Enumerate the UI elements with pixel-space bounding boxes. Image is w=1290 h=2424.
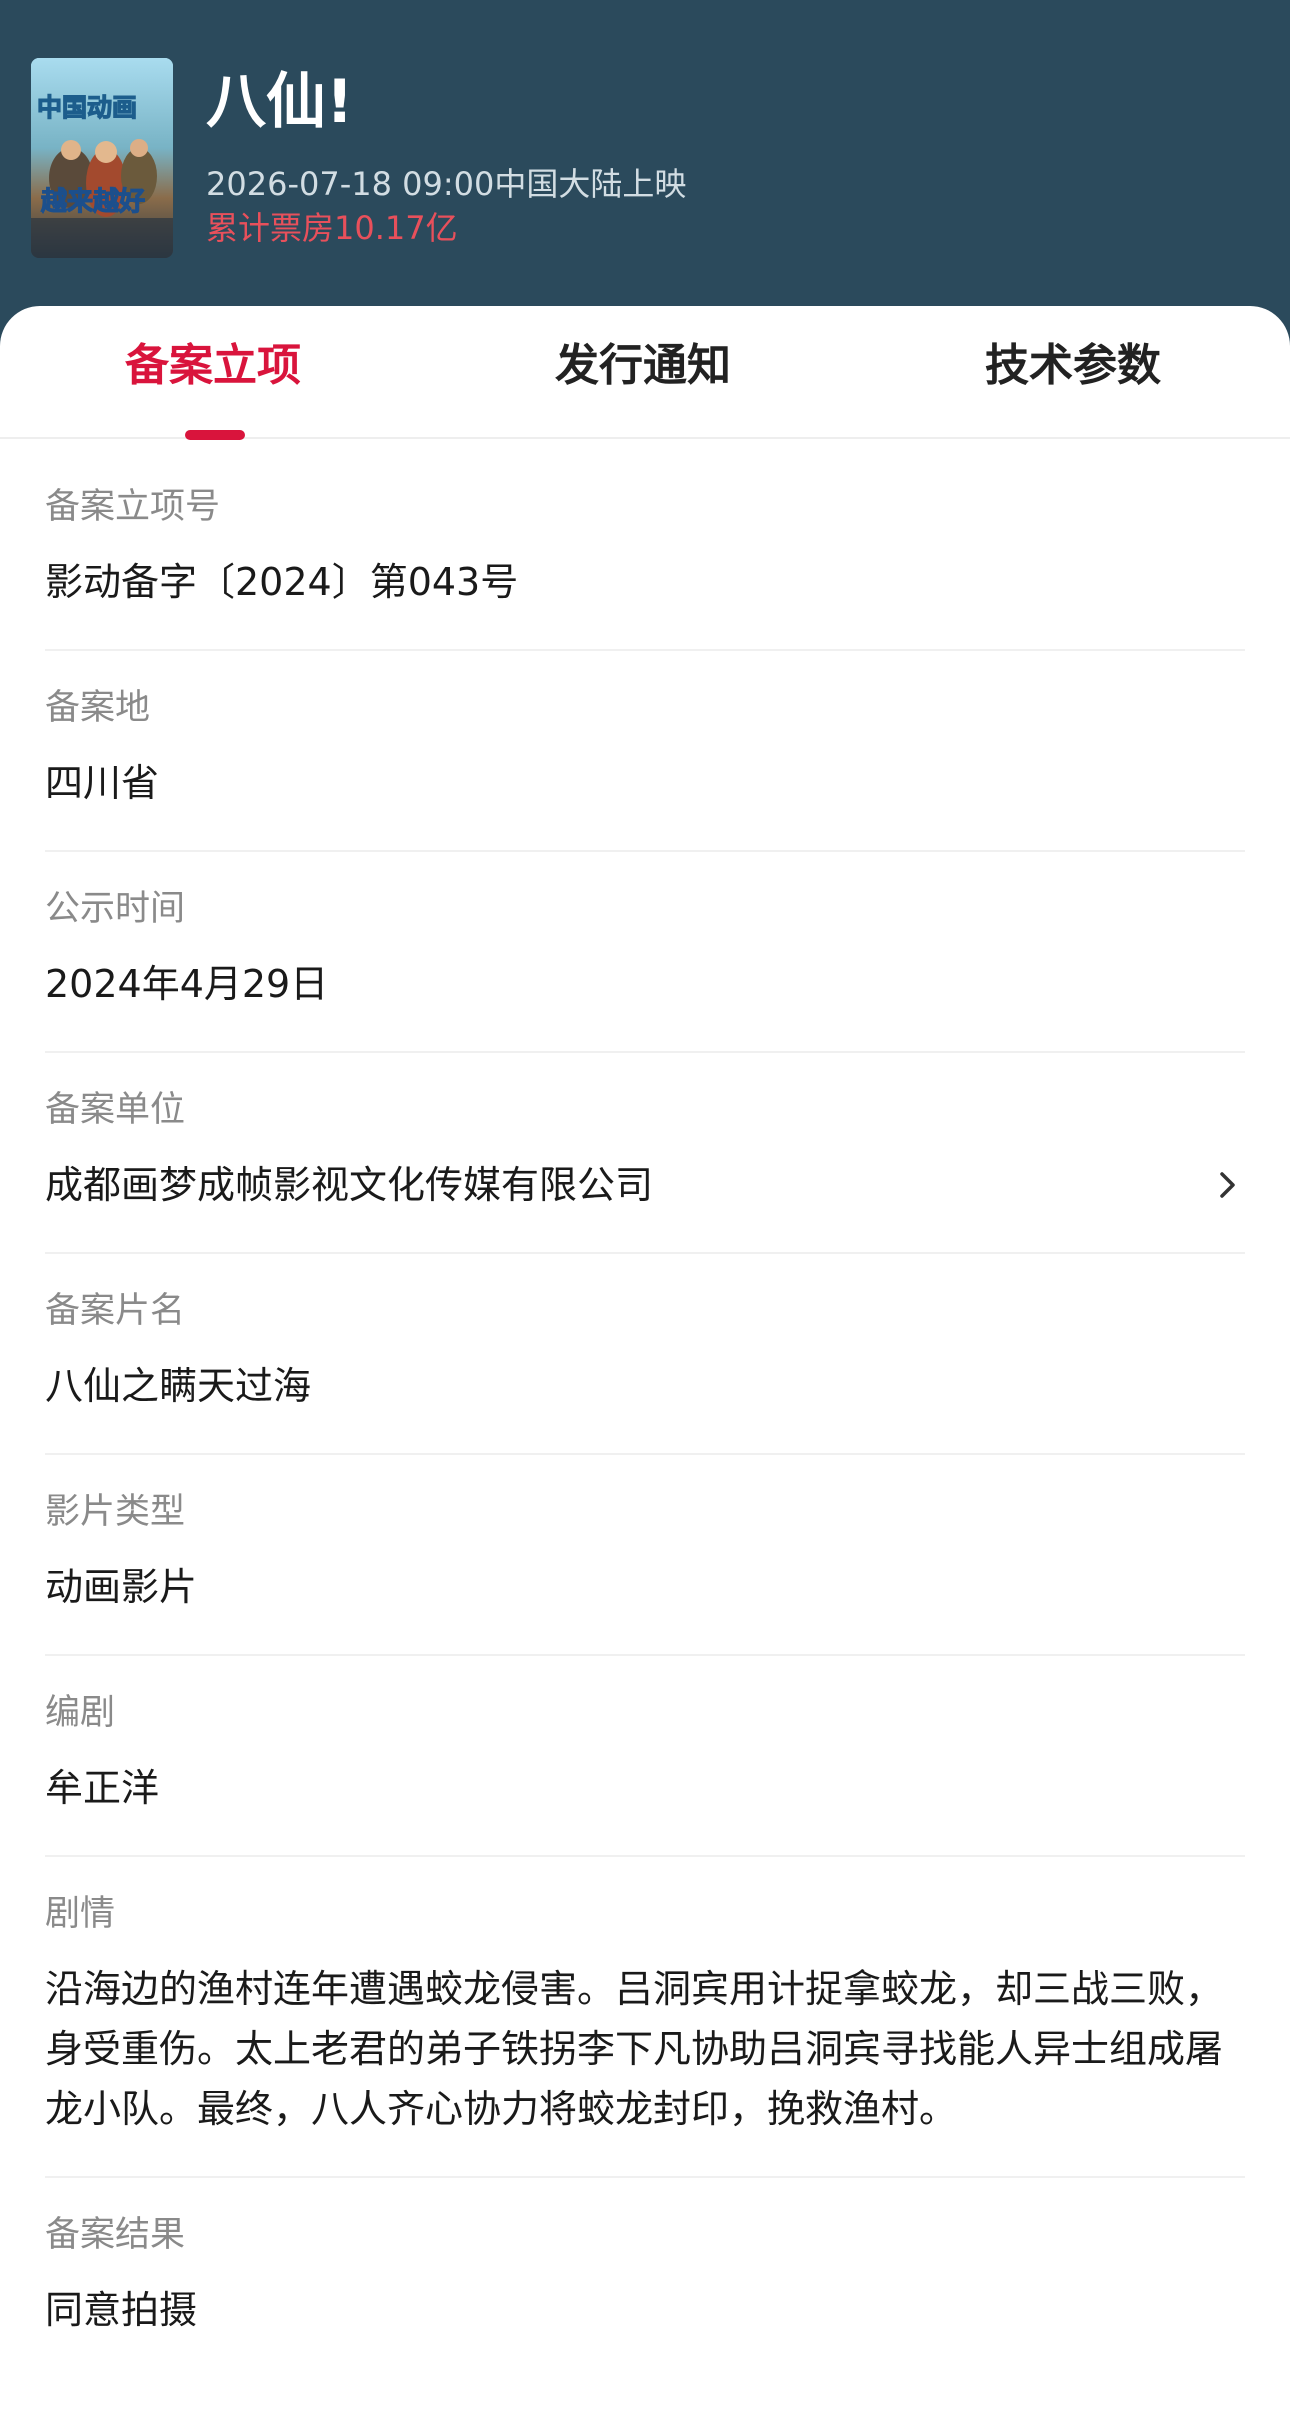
tab-tech-params[interactable]: 技术参数	[985, 336, 1161, 396]
divider	[45, 1855, 1245, 1857]
field-value: 影动备字〔2024〕第043号	[45, 560, 519, 604]
chevron-right-icon	[1220, 1172, 1235, 1198]
field-value: 四川省	[45, 761, 160, 805]
field-label: 剧情	[45, 1894, 116, 1934]
field-label: 公示时间	[45, 889, 186, 929]
field-label: 编剧	[45, 1693, 116, 1733]
field-value: 2024年4月29日	[45, 962, 329, 1006]
tab-bar: 备案立项 发行通知 技术参数	[0, 306, 1290, 440]
divider	[45, 2176, 1245, 2178]
field-value: 成都画梦成帧影视文化传媒有限公司	[45, 1163, 654, 1207]
movie-title: 八仙!	[206, 67, 354, 137]
field-label: 备案结果	[45, 2215, 186, 2255]
tab-filing[interactable]: 备案立项	[125, 336, 301, 396]
release-info: 2026-07-18 09:00中国大陆上映	[206, 165, 687, 203]
movie-header: 中国动画 越来越好 八仙! 2026-07-18 09:00中国大陆上映 累计票…	[0, 0, 1290, 320]
divider	[45, 649, 1245, 651]
field-filing-unit[interactable]: 备案单位 成都画梦成帧影视文化传媒有限公司	[45, 1085, 1245, 1225]
divider	[45, 1051, 1245, 1053]
field-label: 备案地	[45, 688, 151, 728]
field-value: 同意拍摄	[45, 2288, 198, 2332]
field-label: 备案片名	[45, 1291, 186, 1331]
field-value: 牟正洋	[45, 1766, 160, 1810]
active-tab-indicator	[185, 430, 245, 440]
field-label: 影片类型	[45, 1492, 186, 1532]
field-label: 备案单位	[45, 1090, 186, 1130]
divider	[45, 1453, 1245, 1455]
field-value: 动画影片	[45, 1565, 198, 1609]
box-office: 累计票房10.17亿	[206, 209, 458, 247]
poster-text-top: 中国动画	[37, 93, 137, 122]
field-label: 备案立项号	[45, 487, 221, 527]
movie-poster[interactable]: 中国动画 越来越好	[31, 58, 173, 258]
filing-details-panel: 备案立项 发行通知 技术参数 备案立项号 影动备字〔2024〕第043号 备案地…	[0, 306, 1290, 2424]
field-value: 八仙之瞒天过海	[45, 1364, 312, 1408]
divider	[45, 850, 1245, 852]
tab-release-notice[interactable]: 发行通知	[555, 336, 731, 396]
poster-text-bottom: 越来越好	[41, 187, 145, 217]
divider	[45, 1654, 1245, 1656]
field-value: 沿海边的渔村连年遭遇蛟龙侵害。吕洞宾用计捉拿蛟龙，却三战三败，身受重伤。太上老君…	[45, 1967, 1224, 2131]
divider	[45, 1252, 1245, 1254]
